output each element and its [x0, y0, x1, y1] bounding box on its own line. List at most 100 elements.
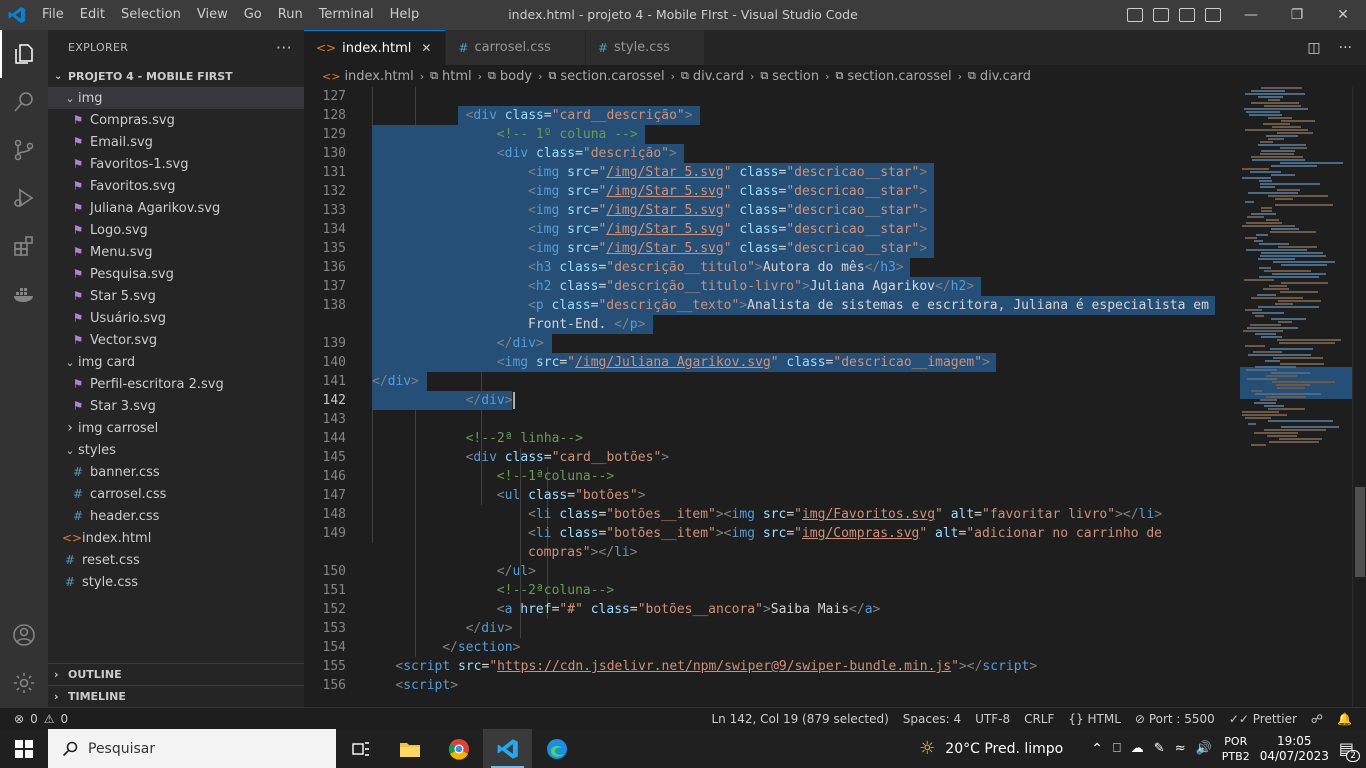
- encoding[interactable]: UTF-8: [975, 712, 1010, 726]
- file-item[interactable]: ⚑ Juliana Agarikov.svg: [48, 197, 304, 219]
- code-line[interactable]: 134 <img src="/img/Star 5.svg" class="des…: [304, 220, 1234, 239]
- code-line[interactable]: 155 <script src="https://cdn.jsdelivr.net…: [304, 657, 1234, 676]
- explorer-icon[interactable]: [0, 30, 48, 78]
- code-line[interactable]: 131 <img src="/img/Star 5.svg" class="des…: [304, 163, 1234, 182]
- breadcrumb-item[interactable]: ⧉ body: [488, 69, 532, 84]
- code-line[interactable]: 133 <img src="/img/Star 5.svg" class="des…: [304, 201, 1234, 220]
- problems-indicator[interactable]: ⊗ 0 ⚠ 0: [0, 712, 68, 726]
- breadcrumb-item[interactable]: ⧉ div.card: [968, 69, 1031, 84]
- menu-view[interactable]: View: [189, 0, 236, 30]
- restore-button[interactable]: ❐: [1274, 0, 1320, 30]
- tab-style-css[interactable]: # style.css: [585, 30, 705, 65]
- code-line[interactable]: 127: [304, 87, 1234, 106]
- split-editor-icon[interactable]: ◫: [1307, 40, 1320, 56]
- language-mode[interactable]: {} HTML: [1068, 712, 1121, 726]
- file-item[interactable]: ⚑ Vector.svg: [48, 329, 304, 351]
- file-item[interactable]: ⚑ Favoritos.svg: [48, 175, 304, 197]
- more-actions-icon[interactable]: ···: [276, 38, 292, 57]
- menu-help[interactable]: Help: [382, 0, 428, 30]
- breadcrumb-item[interactable]: ⧉ div.card: [681, 69, 744, 84]
- edge-icon[interactable]: [532, 729, 581, 768]
- code-line[interactable]: Front-End. </p>: [304, 315, 1234, 334]
- code-line[interactable]: 151 <!--2ªcoluna-->: [304, 581, 1234, 600]
- file-item[interactable]: ⚑ Perfil-escritora 2.svg: [48, 373, 304, 395]
- code-line[interactable]: 145 <div class="card__botões">: [304, 448, 1234, 467]
- run-debug-icon[interactable]: [0, 174, 48, 222]
- code-line[interactable]: 135 <img src="/img/Star 5.svg" class="des…: [304, 239, 1234, 258]
- file-item[interactable]: ⚑ Compras.svg: [48, 109, 304, 131]
- file-item[interactable]: ⚑ Star 3.svg: [48, 395, 304, 417]
- show-hidden-icons-icon[interactable]: ⌃: [1091, 741, 1103, 757]
- tab-carrosel-css[interactable]: # carrosel.css: [446, 30, 586, 65]
- code-line[interactable]: 153 </div>: [304, 619, 1234, 638]
- code-line[interactable]: compras"></li>: [304, 543, 1234, 562]
- manage-gear-icon[interactable]: [0, 659, 48, 707]
- menu-selection[interactable]: Selection: [113, 0, 189, 30]
- code-line[interactable]: 130 <div class="descrição">: [304, 144, 1234, 163]
- code-line[interactable]: 132 <img src="/img/Star 5.svg" class="des…: [304, 182, 1234, 201]
- breadcrumb-item[interactable]: ⧉ section.carossel: [836, 69, 952, 84]
- breadcrumb-item[interactable]: ⧉ section.carossel: [548, 69, 664, 84]
- file-explorer-icon[interactable]: [385, 729, 434, 768]
- toggle-panel-icon[interactable]: [1153, 8, 1169, 22]
- close-icon[interactable]: ✕: [421, 41, 435, 55]
- clock[interactable]: 19:05 04/07/2023: [1260, 734, 1329, 764]
- file-item[interactable]: <> index.html: [48, 527, 304, 549]
- folder-item[interactable]: ⌄ styles: [48, 439, 304, 461]
- more-actions-icon[interactable]: ···: [1339, 40, 1352, 56]
- folder-item[interactable]: ⌄ img card: [48, 351, 304, 373]
- cursor-position[interactable]: Ln 142, Col 19 (879 selected): [711, 712, 888, 726]
- file-item[interactable]: # carrosel.css: [48, 483, 304, 505]
- weather-icon[interactable]: ☼: [919, 738, 935, 759]
- code-line[interactable]: 139 </div>: [304, 334, 1234, 353]
- menu-edit[interactable]: Edit: [72, 0, 113, 30]
- code-line[interactable]: 147 <ul class="botões">: [304, 486, 1234, 505]
- feedback-icon[interactable]: ☍: [1311, 712, 1323, 726]
- code-line[interactable]: 152 <a href="#" class="botões__ancora">Sa…: [304, 600, 1234, 619]
- taskbar-search-box[interactable]: Pesquisar: [48, 729, 336, 768]
- code-line[interactable]: 138 <p class="descrição__texto">Analista …: [304, 296, 1234, 315]
- notification-center-icon[interactable]: ▤ 2: [1339, 739, 1360, 762]
- volume-icon[interactable]: 🔊: [1196, 741, 1212, 756]
- task-view-icon[interactable]: [336, 729, 385, 768]
- code-line[interactable]: 141 </div>: [304, 372, 1234, 391]
- wifi-icon[interactable]: ≈: [1175, 741, 1186, 756]
- file-item[interactable]: ⚑ Star 5.svg: [48, 285, 304, 307]
- code-line[interactable]: 149 <li class="botões__item"><img src="im…: [304, 524, 1234, 543]
- project-folder-header[interactable]: ⌄ PROJETO 4 - MOBILE FIRST: [48, 65, 304, 87]
- minimize-button[interactable]: —: [1228, 0, 1274, 30]
- code-line[interactable]: 156 <script>: [304, 676, 1234, 695]
- code-line[interactable]: 144 <!--2ª linha-->: [304, 429, 1234, 448]
- code-editor[interactable]: 127 128 <div class="card__descrição"> 129 <!…: [304, 87, 1234, 707]
- code-line[interactable]: 146 <!--1ªcoluna-->: [304, 467, 1234, 486]
- menu-terminal[interactable]: Terminal: [311, 0, 382, 30]
- source-control-icon[interactable]: [0, 126, 48, 174]
- extensions-icon[interactable]: [0, 222, 48, 270]
- toggle-primary-sidebar-icon[interactable]: [1127, 8, 1143, 22]
- code-line[interactable]: 128 <div class="card__descrição">: [304, 106, 1234, 125]
- docker-icon[interactable]: [0, 270, 48, 318]
- code-line[interactable]: 140 <img src="/img/Juliana Agarikov.svg" …: [304, 353, 1234, 372]
- file-item[interactable]: ⚑ Logo.svg: [48, 219, 304, 241]
- code-line[interactable]: 136 <h3 class="descrição__titulo">Autora …: [304, 258, 1234, 277]
- file-item[interactable]: ⚑ Usuário.svg: [48, 307, 304, 329]
- code-line[interactable]: 137 <h2 class="descrição__titulo-livro">J…: [304, 277, 1234, 296]
- device-icon[interactable]: ⎕: [1113, 741, 1121, 756]
- menu-go[interactable]: Go: [236, 0, 270, 30]
- ime-icon[interactable]: ✎: [1154, 741, 1165, 756]
- code-line[interactable]: 129 <!-- 1º coluna -->: [304, 125, 1234, 144]
- live-server-port[interactable]: ⊘ Port : 5500: [1135, 712, 1215, 726]
- weather-text[interactable]: 20°C Pred. limpo: [945, 741, 1063, 757]
- file-item[interactable]: ⚑ Pesquisa.svg: [48, 263, 304, 285]
- timeline-panel[interactable]: › TIMELINE: [48, 685, 304, 707]
- menu-file[interactable]: File: [34, 0, 72, 30]
- file-item[interactable]: ⚑ Menu.svg: [48, 241, 304, 263]
- notifications-bell-icon[interactable]: 🔔: [1337, 712, 1352, 726]
- file-item[interactable]: ⚑ Email.svg: [48, 131, 304, 153]
- code-line[interactable]: 150 </ul>: [304, 562, 1234, 581]
- breadcrumb-item[interactable]: ⧉ section: [760, 69, 819, 84]
- toggle-secondary-sidebar-icon[interactable]: [1179, 8, 1195, 22]
- file-item[interactable]: # header.css: [48, 505, 304, 527]
- close-window-button[interactable]: ✕: [1320, 0, 1366, 30]
- indentation[interactable]: Spaces: 4: [903, 712, 961, 726]
